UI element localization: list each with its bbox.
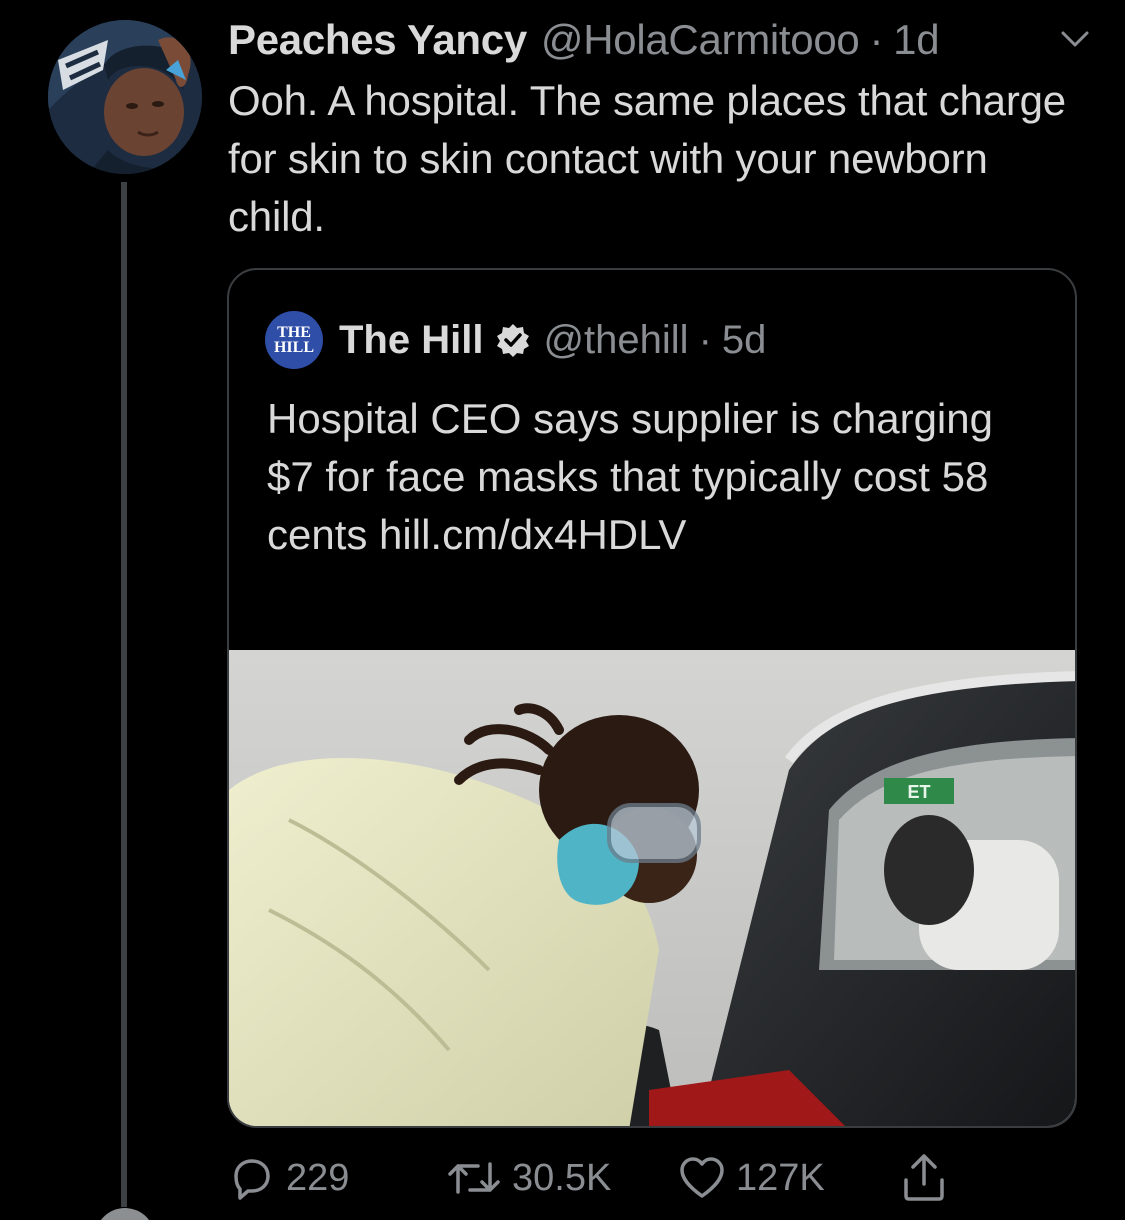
image-badge-text: ET [907,782,930,802]
quoted-tweet-image[interactable]: ET [229,650,1075,1126]
share-icon [904,1154,944,1201]
tweet-thread: Peaches Yancy @HolaCarmitooo · 1d Ooh. A… [0,0,1125,1220]
quoted-display-name: The Hill [339,317,484,362]
like-count: 127K [736,1156,825,1199]
thread-line [121,182,127,1207]
share-button[interactable] [900,1148,958,1208]
tweet-actions: 229 30.5K 127K [228,1148,968,1208]
quoted-tweet-text: Hospital CEO says supplier is charging $… [267,395,993,558]
next-reply-avatar[interactable] [95,1208,155,1220]
tweet-text: Ooh. A hospital. The same places that ch… [228,77,1066,240]
like-icon [680,1157,724,1198]
display-name[interactable]: Peaches Yancy [228,16,527,64]
quoted-time: 5d [721,317,767,362]
quoted-handle: @thehill [543,317,689,362]
reply-icon [234,1159,270,1200]
like-button[interactable]: 127K [678,1148,825,1208]
verified-badge-icon [495,322,531,358]
user-avatar[interactable] [48,20,202,174]
logo-text-top: THE [277,324,311,341]
user-handle[interactable]: @HolaCarmitooo [541,16,860,64]
reply-count: 229 [286,1156,350,1199]
quoted-tweet-header: THE HILL The Hill @thehill · 5d [265,311,767,369]
logo-text-bottom: HILL [273,339,314,356]
separator-dot: · [869,16,884,63]
quoted-tweet-card[interactable]: THE HILL The Hill @thehill · 5d Hospital… [227,268,1077,1128]
retweet-icon [448,1162,500,1194]
tweet-header: Peaches Yancy @HolaCarmitooo · 1d [228,14,1095,66]
retweet-button[interactable]: 30.5K [446,1148,611,1208]
chevron-down-icon[interactable] [1055,20,1095,60]
tweet-time[interactable]: 1d [893,16,939,64]
the-hill-logo: THE HILL [265,311,323,369]
retweet-count: 30.5K [512,1156,612,1199]
quoted-separator-dot: · [698,317,712,362]
reply-button[interactable]: 229 [228,1148,349,1208]
